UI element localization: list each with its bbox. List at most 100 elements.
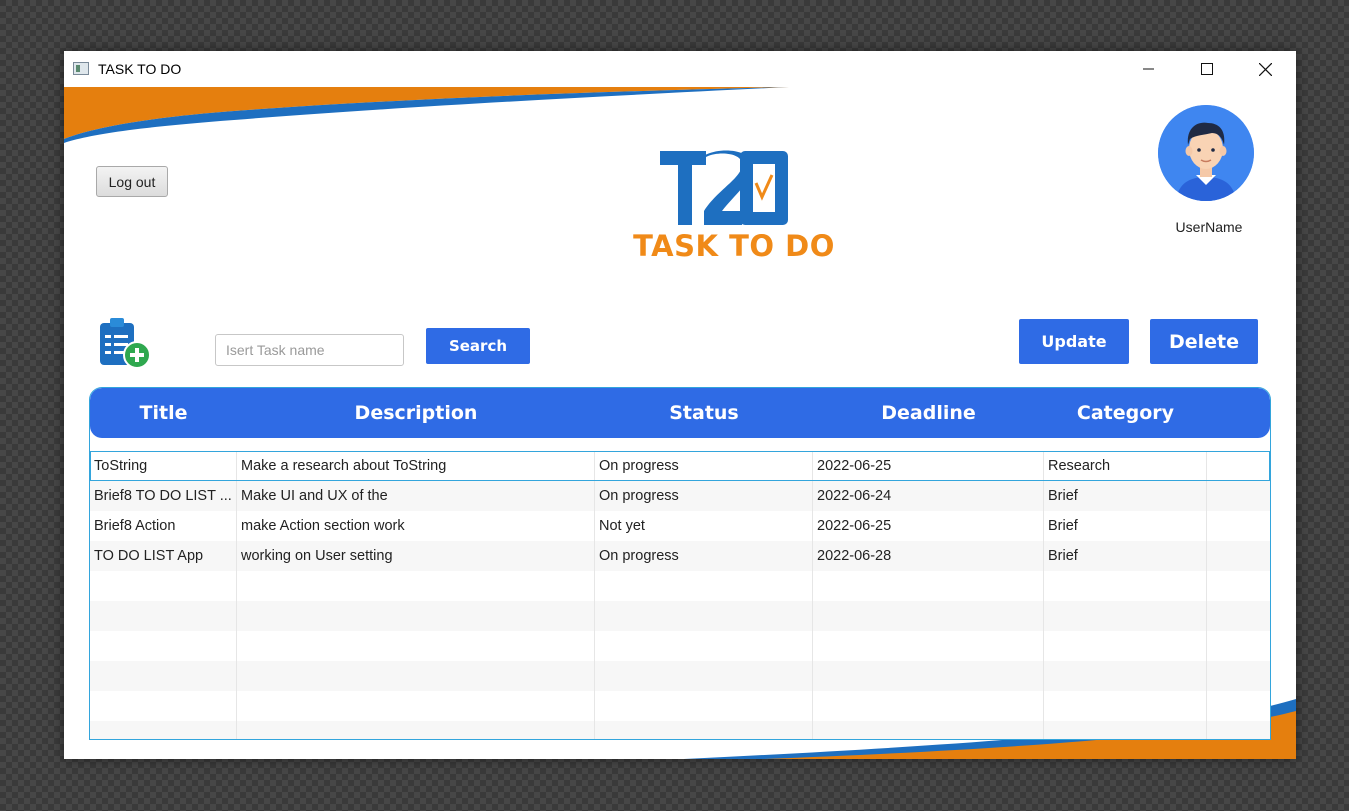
table-cell: Make UI and UX of the xyxy=(237,481,595,511)
minimize-button[interactable] xyxy=(1120,51,1178,87)
table-cell: 2022-06-25 xyxy=(813,451,1044,481)
user-avatar[interactable] xyxy=(1158,105,1254,201)
table-cell: Make a research about ToString xyxy=(237,451,595,481)
table-cell: 2022-06-24 xyxy=(813,481,1044,511)
table-cell-filler xyxy=(1207,691,1270,721)
table-cell xyxy=(237,571,595,601)
table-cell xyxy=(1044,721,1207,739)
table-cell-filler xyxy=(1207,511,1270,541)
table-cell-filler xyxy=(1207,721,1270,739)
table-row[interactable]: Brief8 TO DO LIST ... Make UI and UX of t… xyxy=(90,481,1270,511)
table-row[interactable] xyxy=(90,601,1270,631)
logo-text: TASK TO DO xyxy=(633,229,835,263)
search-button[interactable]: Search xyxy=(426,328,530,364)
table-cell: Brief8 TO DO LIST ... xyxy=(90,481,237,511)
table-header: Title Description Status Deadline Catego… xyxy=(90,388,1270,438)
table-cell: Brief xyxy=(1044,481,1207,511)
table-cell: On progress xyxy=(595,451,813,481)
table-cell xyxy=(90,601,237,631)
table-cell: On progress xyxy=(595,481,813,511)
table-cell: On progress xyxy=(595,541,813,571)
column-header-category[interactable]: Category xyxy=(1044,388,1207,438)
maximize-icon xyxy=(1201,63,1213,75)
table-cell: 2022-06-28 xyxy=(813,541,1044,571)
table-cell: Research xyxy=(1044,451,1207,481)
table-cell xyxy=(237,601,595,631)
table-cell xyxy=(813,601,1044,631)
window-title: TASK TO DO xyxy=(98,61,182,77)
table-cell-filler xyxy=(1207,601,1270,631)
table-cell xyxy=(595,721,813,739)
close-button[interactable] xyxy=(1236,51,1294,87)
table-cell xyxy=(595,601,813,631)
table-row[interactable] xyxy=(90,631,1270,661)
table-cell xyxy=(813,691,1044,721)
table-cell xyxy=(813,721,1044,739)
logout-button[interactable]: Log out xyxy=(96,166,168,197)
app-logo-icon xyxy=(660,150,788,225)
table-cell xyxy=(237,661,595,691)
table-cell xyxy=(237,691,595,721)
table-cell xyxy=(90,691,237,721)
column-header-deadline[interactable]: Deadline xyxy=(813,388,1044,438)
table-row[interactable] xyxy=(90,721,1270,739)
delete-button[interactable]: Delete xyxy=(1150,319,1258,364)
table-cell xyxy=(90,721,237,739)
table-cell: Brief8 Action xyxy=(90,511,237,541)
table-cell xyxy=(237,631,595,661)
title-bar: TASK TO DO xyxy=(64,51,1296,87)
column-header-status[interactable]: Status xyxy=(595,388,813,438)
table-cell-filler xyxy=(1207,661,1270,691)
table-row[interactable]: Brief8 Action make Action section work Not… xyxy=(90,511,1270,541)
user-avatar-icon xyxy=(1158,105,1254,201)
table-cell xyxy=(595,661,813,691)
table-cell xyxy=(813,571,1044,601)
table-cell xyxy=(237,721,595,739)
table-cell: make Action section work xyxy=(237,511,595,541)
table-cell xyxy=(813,661,1044,691)
main-content: Log out TASK TO DO UserName Isert Task n… xyxy=(64,51,1296,759)
search-input[interactable] xyxy=(215,334,404,366)
table-cell-filler xyxy=(1207,571,1270,601)
table-cell: Not yet xyxy=(595,511,813,541)
table-body: ToString Make a research about ToString On… xyxy=(90,451,1270,739)
table-cell-filler xyxy=(1207,481,1270,511)
table-cell xyxy=(813,631,1044,661)
minimize-icon xyxy=(1143,68,1154,70)
app-window: TASK TO DO Log out TASK TO DO UserName I… xyxy=(64,51,1296,759)
column-header-description[interactable]: Description xyxy=(237,388,595,438)
table-cell xyxy=(90,571,237,601)
table-cell xyxy=(595,631,813,661)
table-cell: 2022-06-25 xyxy=(813,511,1044,541)
table-row[interactable]: TO DO LIST App working on User setting On … xyxy=(90,541,1270,571)
table-cell-filler xyxy=(1207,541,1270,571)
table-row[interactable] xyxy=(90,571,1270,601)
table-cell-filler xyxy=(1207,631,1270,661)
table-row[interactable] xyxy=(90,691,1270,721)
app-icon xyxy=(73,62,89,75)
table-cell: Brief xyxy=(1044,511,1207,541)
close-icon xyxy=(1258,62,1272,76)
table-cell-filler xyxy=(1207,451,1270,481)
maximize-button[interactable] xyxy=(1178,51,1236,87)
table-row[interactable] xyxy=(90,661,1270,691)
update-button[interactable]: Update xyxy=(1019,319,1129,364)
table-cell xyxy=(1044,631,1207,661)
table-cell xyxy=(595,571,813,601)
table-cell xyxy=(90,661,237,691)
add-task-icon[interactable] xyxy=(98,317,152,371)
table-cell: working on User setting xyxy=(237,541,595,571)
tasks-table: Title Description Status Deadline Catego… xyxy=(89,387,1271,740)
table-cell: ToString xyxy=(90,451,237,481)
table-cell xyxy=(90,631,237,661)
table-cell xyxy=(1044,691,1207,721)
table-cell xyxy=(1044,601,1207,631)
column-header-title[interactable]: Title xyxy=(90,388,237,438)
table-cell xyxy=(1044,661,1207,691)
table-cell xyxy=(595,691,813,721)
username-label: UserName xyxy=(1175,219,1243,235)
table-cell: TO DO LIST App xyxy=(90,541,237,571)
table-cell xyxy=(1044,571,1207,601)
table-row[interactable]: ToString Make a research about ToString On… xyxy=(90,451,1270,481)
table-cell: Brief xyxy=(1044,541,1207,571)
